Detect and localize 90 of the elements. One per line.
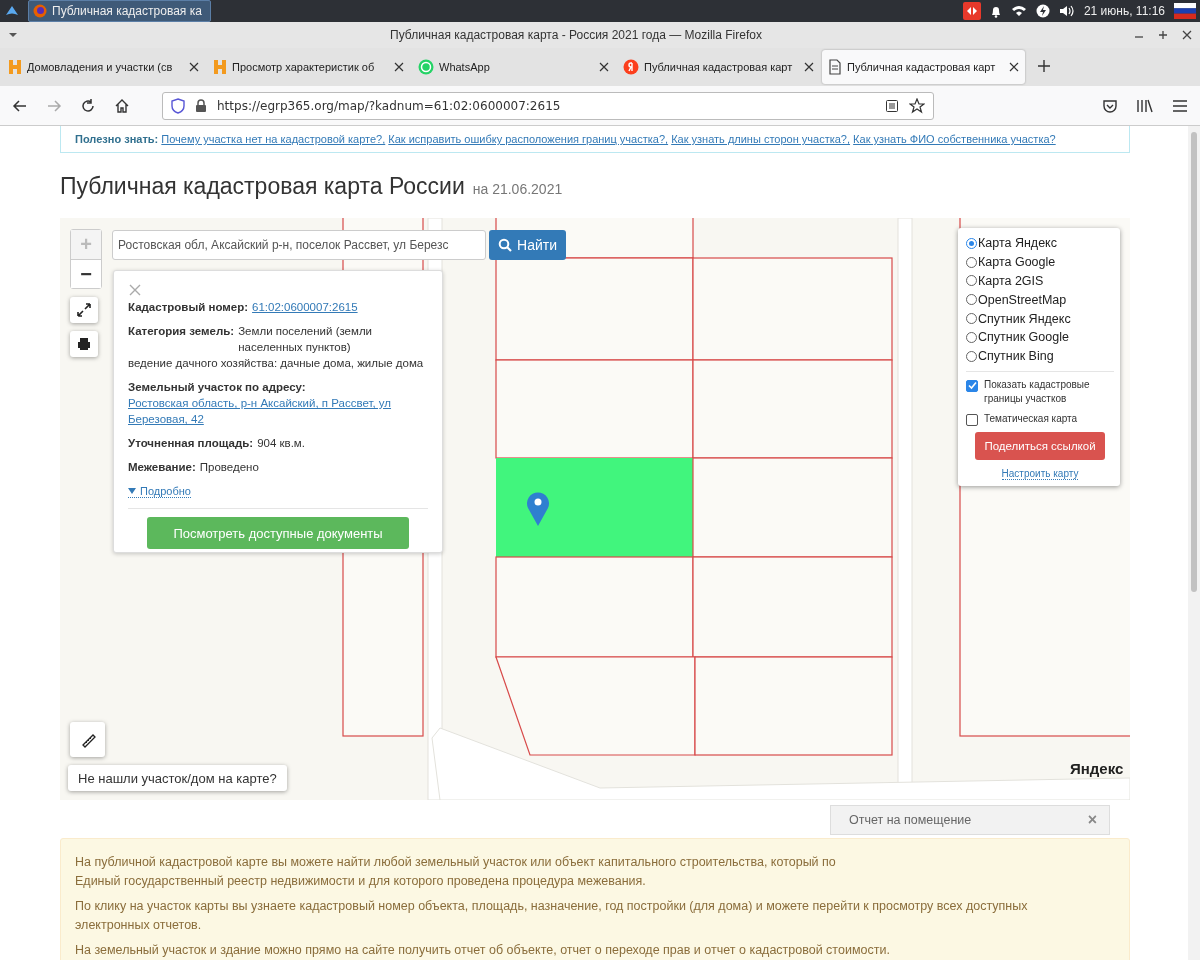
share-button[interactable]: Поделиться ссылкой [975, 431, 1105, 460]
search-field[interactable]: Ростовская обл, Аксайский р-н, поселок Рассвет, ул Березс [112, 230, 486, 260]
star-icon[interactable] [909, 97, 925, 114]
checkbox-label: Тематическая карта [984, 411, 1078, 426]
ruler-button[interactable] [70, 722, 105, 757]
layer-option[interactable]: Карта 2GIS [966, 271, 1114, 291]
tip-label: Полезно знать: [75, 133, 159, 145]
close-icon[interactable] [394, 62, 404, 72]
menu-icon[interactable] [1172, 98, 1188, 113]
notice-text: По клику на участок карты вы узнаете кадастровый номер объекта, площадь, назначение, год постройки (для дома) и можете перейти к просмотру всех доступных электронных отчетов. [75, 898, 1029, 934]
layer-option[interactable]: Карта Яндекс [966, 234, 1114, 253]
field-label: Категория земель: [128, 324, 235, 339]
checkbox[interactable] [966, 413, 978, 426]
layer-option[interactable]: Спутник Яндекс [966, 309, 1114, 328]
field-value: 904 кв.м. [257, 436, 306, 451]
window-title: Публичная кадастровая карта - Россия 2021 года — Mozilla Firefox [389, 28, 763, 42]
info-link[interactable]: 61:02:0600007:2615 [252, 301, 358, 313]
find-button[interactable]: Найти [489, 230, 566, 260]
tip-link[interactable]: Как узнать ФИО собственника участка? [853, 133, 1056, 145]
field-label: Уточненная площадь: [128, 436, 254, 451]
shield-icon[interactable] [171, 97, 185, 114]
page-title: Публичная кадастровая карта России [60, 173, 465, 200]
h-icon [8, 59, 22, 75]
back-icon[interactable] [12, 97, 28, 114]
flag-icon[interactable] [1174, 3, 1196, 19]
bell-icon[interactable] [989, 4, 1002, 18]
new-tab-icon[interactable] [1037, 59, 1051, 73]
fullscreen-button[interactable] [70, 297, 98, 323]
not-found-button[interactable]: Не нашли участок/дом на карте? [68, 765, 287, 791]
window-menu-icon[interactable] [8, 31, 18, 39]
details-link[interactable]: Подробно [128, 485, 191, 498]
close-icon[interactable] [189, 62, 199, 72]
print-button[interactable] [70, 331, 98, 357]
firefox-icon [33, 4, 47, 18]
printer-icon [77, 337, 91, 351]
browser-tab[interactable]: Публичная кадастровая карт [617, 50, 820, 84]
reader-icon[interactable] [885, 98, 899, 113]
speaker-icon[interactable] [1058, 4, 1075, 18]
search-icon [498, 238, 512, 252]
maximize-icon[interactable] [1158, 30, 1168, 40]
browser-tab[interactable]: WhatsApp [412, 50, 615, 84]
layer-option[interactable]: OpenStreetMap [966, 290, 1114, 310]
notice-text: На публичной кадастровой карте вы можете найти любой земельный участок или объект капитального строительства, который по Единый государственный реестр недвижимости и для которого проведена процедура межевания. [75, 854, 837, 890]
configure-link[interactable]: Настроить карту [1001, 467, 1079, 480]
taskbar-button[interactable]: Публичная кадастровая ка [28, 0, 211, 22]
expand-icon [77, 303, 91, 317]
whatsapp-icon [418, 59, 434, 75]
layer-option[interactable]: Карта Google [966, 252, 1114, 272]
field-label: Земельный участок по адресу: [128, 381, 306, 393]
info-note: ведение дачного хозяйства: дачные дома, жилые дома [128, 356, 425, 371]
browser-tab[interactable]: Просмотр характеристик об [207, 50, 410, 84]
info-link[interactable]: Ростовская область, р-н Аксайский, п Рассвет, ул Березовая, 42 [128, 395, 428, 427]
page-icon [828, 59, 842, 75]
zoom-button[interactable]: − [71, 259, 101, 288]
field-value: Земли поселений (земли населенных пунктов) [238, 324, 374, 355]
library-icon[interactable] [1136, 97, 1154, 114]
tray-app-icon[interactable] [962, 2, 981, 20]
checkbox-label: Показать кадастровые границы участков [984, 377, 1091, 406]
close-icon[interactable] [804, 62, 814, 72]
field-value: Проведено [199, 460, 260, 475]
lock-icon[interactable] [195, 98, 207, 113]
browser-tab[interactable]: Публичная кадастровая карт [822, 50, 1025, 84]
home-icon[interactable] [114, 97, 130, 114]
pocket-icon[interactable] [1102, 97, 1118, 114]
popup-label: Отчет на помещение [849, 813, 973, 827]
layer-option[interactable]: Спутник Bing [966, 346, 1114, 366]
layer-option[interactable]: Спутник Google [966, 328, 1114, 347]
tip-link[interactable]: Как исправить ошибку расположения границ участка?, [388, 133, 669, 145]
tip-link[interactable]: Почему участка нет на кадастровой карте?, [161, 133, 386, 145]
map-marker-icon[interactable] [526, 491, 550, 527]
wifi-icon[interactable] [1010, 5, 1027, 17]
address-bar[interactable]: https://egrp365.org/map/?kadnum=61:02:0600007:2615 [162, 91, 934, 120]
field-label: Кадастровый номер: [128, 300, 249, 315]
clock: 21 июнь, 11:16 [1083, 4, 1165, 18]
close-icon[interactable] [1009, 62, 1019, 72]
tip-link[interactable]: Как узнать длины сторон участка?, [671, 133, 851, 145]
scrollbar-thumb[interactable] [1191, 132, 1197, 592]
close-icon[interactable] [599, 62, 609, 72]
field-label: Межевание: [128, 460, 196, 475]
notice-text: На земельный участок и здание можно прямо на сайте получить отчет об объекте, отчет о переходе прав и отчет о кадастровой стоимости. [75, 942, 891, 959]
h-icon [213, 59, 227, 75]
power-icon[interactable] [1035, 4, 1050, 18]
map-logo: Яндекс [1070, 760, 1124, 777]
checkbox[interactable] [966, 379, 978, 392]
browser-tab[interactable]: Домовладения и участки (св [2, 50, 205, 84]
yandex-icon [623, 59, 639, 75]
caret-icon [128, 488, 136, 494]
reload-icon[interactable] [80, 97, 96, 114]
close-icon[interactable] [1182, 30, 1192, 40]
page-date: на 21.06.2021 [472, 181, 563, 197]
